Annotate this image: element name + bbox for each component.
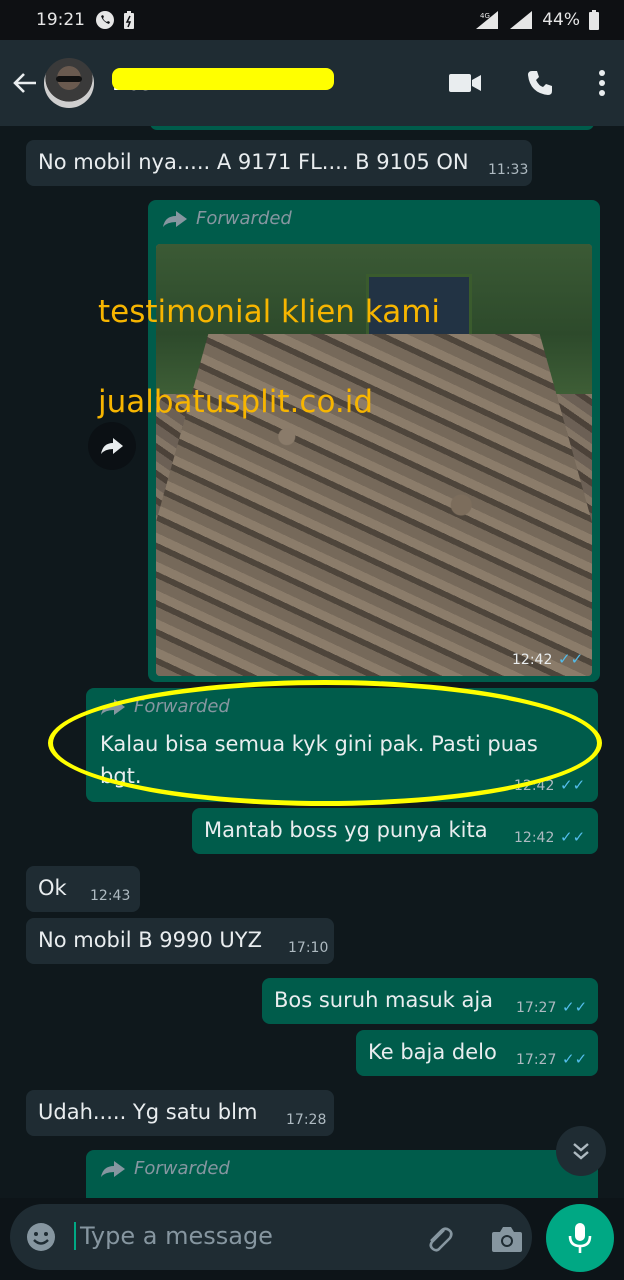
status-bar: 19:21 4G 44% xyxy=(0,0,624,40)
more-options-icon[interactable] xyxy=(598,69,606,97)
camera-icon[interactable] xyxy=(490,1224,524,1254)
message-bubble-forwarded[interactable]: Forwarded xyxy=(86,1150,598,1198)
battery-charging-icon xyxy=(124,11,134,29)
status-left-icons xyxy=(95,10,135,30)
message-text: Ok xyxy=(38,876,67,900)
attach-icon[interactable] xyxy=(422,1222,456,1256)
message-time: 17:10 xyxy=(288,940,329,956)
scroll-to-bottom-button[interactable] xyxy=(556,1126,606,1176)
emoji-icon[interactable] xyxy=(26,1222,56,1252)
video-call-icon[interactable] xyxy=(448,72,482,94)
status-right: 4G 44% xyxy=(474,0,600,40)
message-time: 12:42 xyxy=(514,830,555,846)
forward-arrow-icon xyxy=(101,438,123,454)
overlay-website-text: jualbatusplit.co.id xyxy=(98,384,374,420)
message-time: 12:43 xyxy=(90,888,131,904)
avatar[interactable] xyxy=(44,58,94,108)
read-ticks-icon: ✓✓ xyxy=(560,828,586,846)
message-input[interactable]: Type a message xyxy=(74,1222,273,1250)
message-time: 17:27 xyxy=(516,1052,557,1068)
read-ticks-icon: ✓✓ xyxy=(562,998,588,1016)
message-text: Mantab boss yg punya kita xyxy=(204,818,488,842)
svg-text:4G: 4G xyxy=(480,12,490,20)
read-ticks-icon: ✓✓ xyxy=(558,650,584,668)
microphone-icon xyxy=(568,1223,592,1253)
back-button[interactable] xyxy=(12,70,38,96)
forwarded-label: Forwarded xyxy=(100,1158,230,1179)
read-ticks-icon: ✓✓ xyxy=(560,776,586,794)
voice-call-icon[interactable] xyxy=(526,69,554,97)
signal-4g-icon: 4G xyxy=(476,11,499,29)
redaction-mark xyxy=(112,68,334,90)
status-time: 19:21 xyxy=(36,10,85,30)
message-time: 11:33 xyxy=(488,162,529,178)
arrow-left-icon xyxy=(13,73,36,93)
message-input-bar: Type a message xyxy=(10,1204,532,1270)
message-bubble-incoming[interactable]: No mobil B 9990 UYZ 17:10 xyxy=(26,918,334,964)
forward-arrow-icon xyxy=(101,1160,125,1177)
overlay-testimonial-text: testimonial klien kami xyxy=(98,294,440,330)
message-bubble-partial[interactable] xyxy=(150,126,594,130)
message-text: Udah..... Yg satu blm xyxy=(38,1100,258,1124)
chevron-down-double-icon xyxy=(573,1143,589,1160)
share-button[interactable] xyxy=(88,422,136,470)
message-text: No mobil B 9990 UYZ xyxy=(38,928,262,952)
read-ticks-icon: ✓✓ xyxy=(562,1050,588,1068)
message-bubble-outgoing[interactable]: Mantab boss yg punya kita 12:42 ✓✓ xyxy=(192,808,598,854)
forward-arrow-icon xyxy=(163,210,187,227)
message-bubble-outgoing[interactable]: Bos suruh masuk aja 17:27 ✓✓ xyxy=(262,978,598,1024)
message-bubble-incoming[interactable]: No mobil nya..... A 9171 FL.... B 9105 O… xyxy=(26,140,532,186)
battery-percent: 44% xyxy=(542,10,580,30)
message-bubble-incoming[interactable]: Ok 12:43 xyxy=(26,866,140,912)
highlight-circle xyxy=(48,680,602,806)
message-text: Bos suruh masuk aja xyxy=(274,988,494,1012)
phone-call-icon xyxy=(96,11,114,29)
battery-icon xyxy=(589,10,599,30)
message-bubble-outgoing[interactable]: Ke baja delo 17:27 ✓✓ xyxy=(356,1030,598,1076)
signal-icon xyxy=(510,11,533,29)
message-time: 17:27 xyxy=(516,1000,557,1016)
message-bubble-incoming[interactable]: Udah..... Yg satu blm 17:28 xyxy=(26,1090,334,1136)
message-time: 12:42 xyxy=(512,652,553,668)
message-time: 17:28 xyxy=(286,1112,327,1128)
message-text: No mobil nya..... A 9171 FL.... B 9105 O… xyxy=(38,150,469,174)
forwarded-label: Forwarded xyxy=(162,208,292,229)
voice-record-button[interactable] xyxy=(546,1204,614,1272)
message-bubble-image[interactable]: Forwarded 12:42 ✓✓ xyxy=(148,200,600,682)
header-actions xyxy=(448,40,606,126)
chat-area[interactable]: No mobil nya..... A 9171 FL.... B 9105 O… xyxy=(0,126,624,1198)
message-text: Ke baja delo xyxy=(368,1040,497,1064)
